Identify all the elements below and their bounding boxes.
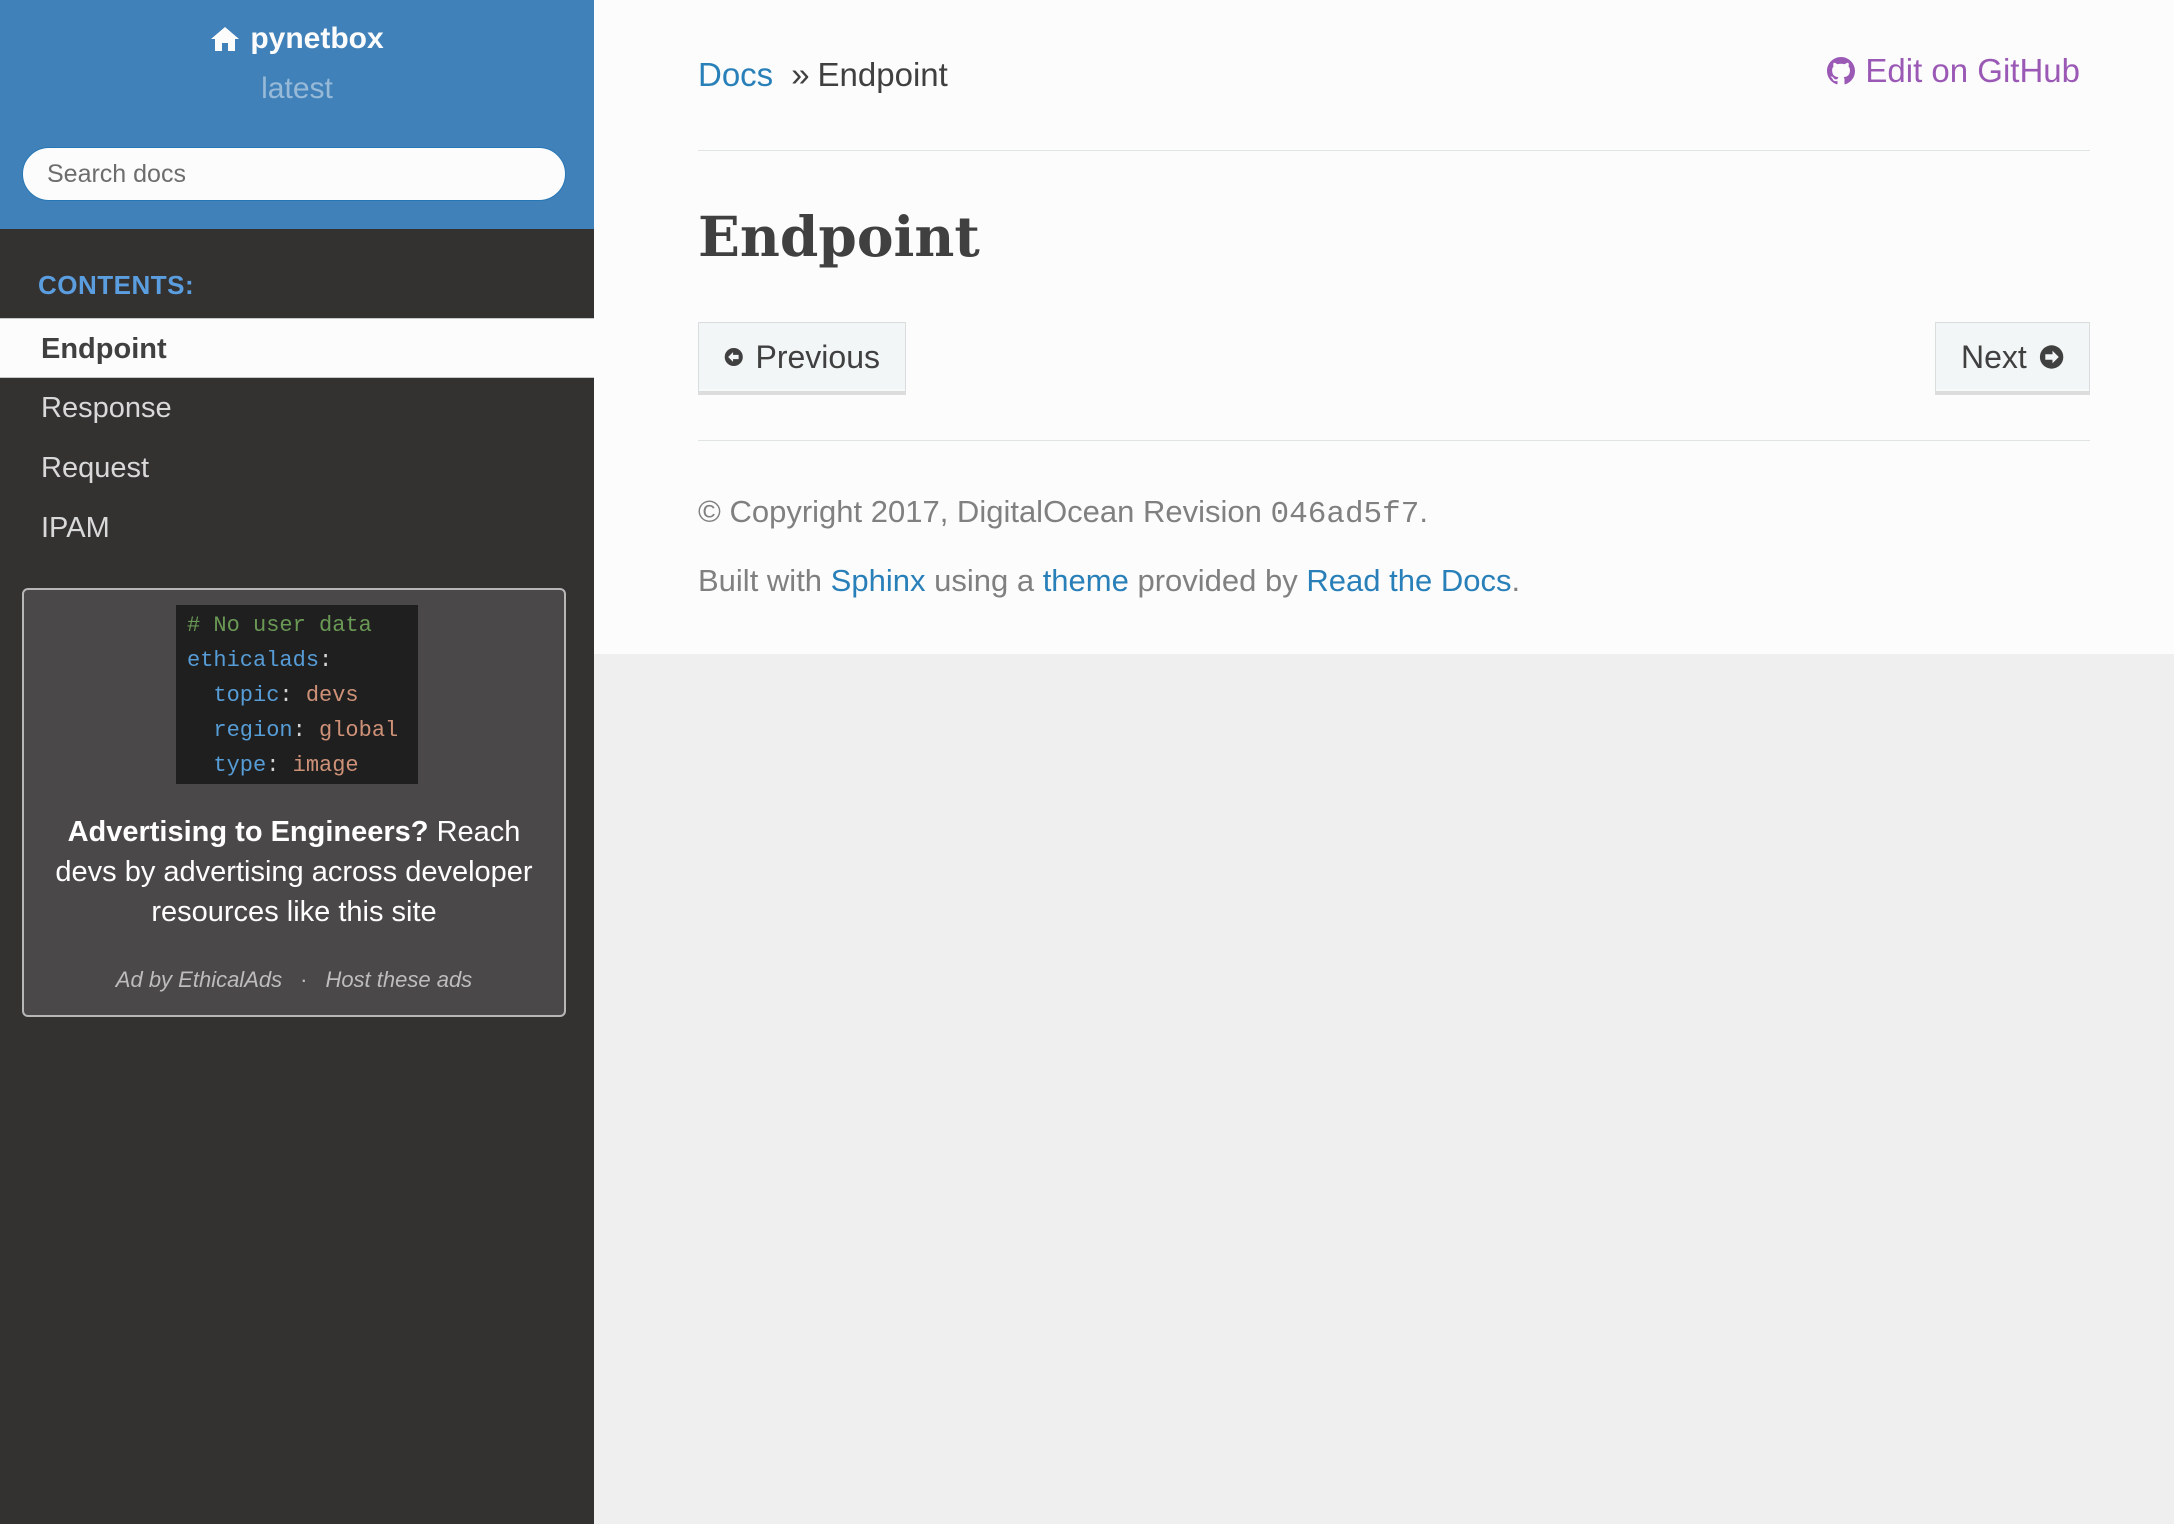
divider [698, 440, 2090, 441]
revision-hash: 046ad5f7 [1270, 497, 1420, 532]
edit-on-github-label: Edit on GitHub [1865, 52, 2080, 89]
edit-on-github-link[interactable]: Edit on GitHub [1827, 52, 2080, 90]
project-home-link[interactable]: pynetbox [210, 22, 384, 56]
project-name: pynetbox [250, 22, 384, 55]
arrow-circle-right-icon [2039, 345, 2064, 369]
ad-text[interactable]: Advertising to Engineers? Reach devs by … [36, 812, 552, 932]
sidebar: pynetbox latest CONTENTS: Endpoint Respo… [0, 0, 594, 1524]
using-label: using a [934, 563, 1035, 598]
host-ads-link[interactable]: Host these ads [325, 967, 472, 992]
sphinx-link[interactable]: Sphinx [831, 563, 926, 598]
ad-code-comment: # No user data [187, 613, 372, 638]
contents-caption: CONTENTS: [38, 270, 195, 300]
home-icon [211, 27, 240, 51]
provided-by-label: provided by [1137, 563, 1298, 598]
ad-code-topic-val: devs [305, 683, 359, 708]
breadcrumb-docs-link[interactable]: Docs [698, 56, 773, 93]
copyright-period: . [1419, 494, 1428, 529]
breadcrumb-separator: » [791, 56, 810, 93]
next-label: Next [1961, 338, 2027, 375]
sidebar-item-endpoint[interactable]: Endpoint [0, 318, 594, 378]
previous-button[interactable]: Previous [698, 322, 906, 392]
github-icon [1827, 57, 1856, 85]
theme-link[interactable]: theme [1043, 563, 1129, 598]
next-button[interactable]: Next [1935, 322, 2090, 392]
copyright-text: © Copyright 2017, DigitalOcean Revision … [698, 494, 1428, 532]
built-with-label: Built with [698, 563, 823, 598]
arrow-circle-left-icon [724, 347, 743, 367]
ad-by-link[interactable]: Ad by EthicalAds [116, 967, 282, 992]
ad-code-region-key: region [213, 718, 293, 743]
sidebar-nav: Endpoint Response Request IPAM [0, 318, 594, 558]
divider [698, 150, 2090, 151]
search-input[interactable] [22, 147, 566, 201]
page-title: Endpoint [698, 204, 980, 269]
ad-separator: · [300, 967, 308, 992]
ad-footer: Ad by EthicalAds · Host these ads [24, 967, 564, 993]
sidebar-item-response[interactable]: Response [0, 378, 594, 438]
sidebar-item-ipam[interactable]: IPAM [0, 498, 594, 558]
ad-code-type-key: type [213, 753, 267, 778]
previous-label: Previous [755, 338, 881, 375]
ad-code-topic-key: topic [213, 683, 280, 708]
version-label: latest [261, 72, 333, 105]
read-the-docs-link[interactable]: Read the Docs [1306, 563, 1511, 598]
ad-code-region-val: global [319, 718, 399, 743]
breadcrumb-current: Endpoint [817, 56, 948, 93]
built-period: . [1511, 563, 1521, 598]
ad-code-root-key: ethicalads [187, 648, 320, 673]
sidebar-item-request[interactable]: Request [0, 438, 594, 498]
ethicalads-banner: # No user data ethicalads: topic: devs r… [22, 588, 566, 1017]
ad-image[interactable]: # No user data ethicalads: topic: devs r… [176, 605, 418, 784]
built-with-text: Built with Sphinx using a theme provided… [698, 563, 1520, 599]
ad-code-type-val: image [292, 753, 359, 778]
main-content: Docs» Endpoint Edit on GitHub Endpoint Pr… [594, 0, 2174, 654]
breadcrumb: Docs » Endpoint [698, 56, 948, 94]
ad-headline: Advertising to Engineers? [67, 816, 429, 848]
copyright-label: © Copyright 2017, DigitalOcean Revision [698, 494, 1262, 529]
